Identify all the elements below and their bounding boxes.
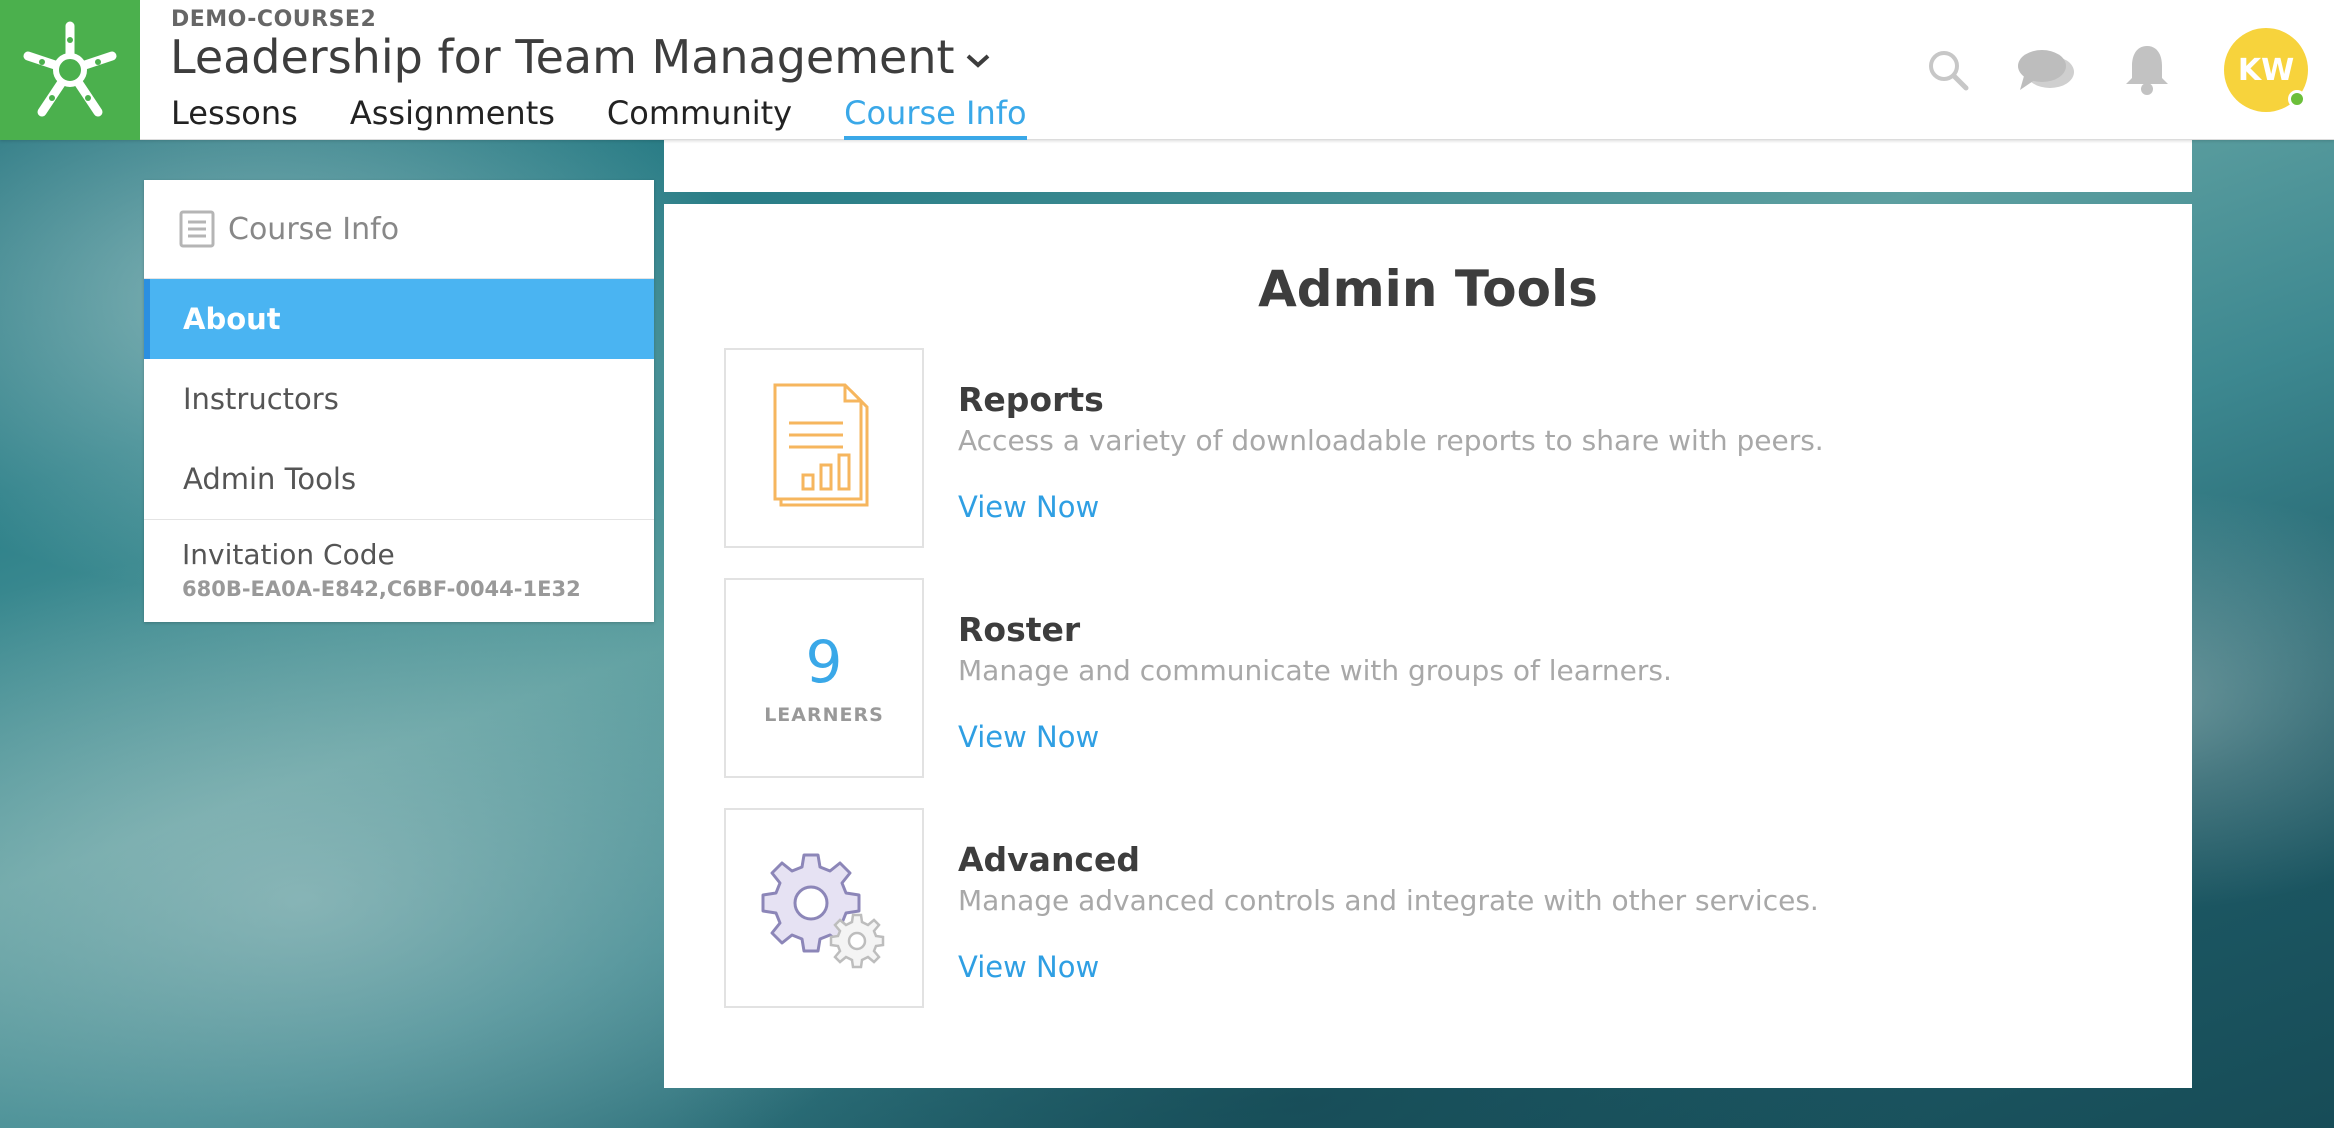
tool-description: Manage advanced controls and integrate w… [958, 884, 1819, 917]
roster-thumbnail[interactable]: 9 LEARNERS [724, 578, 924, 778]
document-icon [179, 210, 215, 248]
previous-card [664, 140, 2192, 192]
gear-icon [761, 853, 885, 969]
tool-name: Roster [958, 610, 1081, 649]
top-header: DEMO-COURSE2 Leadership for Team Managem… [0, 0, 2334, 140]
course-switcher[interactable]: Leadership for Team Management [170, 30, 991, 84]
tool-name: Reports [958, 380, 1104, 419]
sidebar-item-instructors[interactable]: Instructors [144, 359, 654, 439]
roster-view-now-link[interactable]: View Now [958, 720, 1099, 754]
chevron-down-icon [966, 54, 989, 68]
tool-roster: 9 LEARNERS Roster Manage and communicate… [724, 578, 2124, 778]
sidebar-header: Course Info [144, 180, 654, 279]
logo-icon [23, 21, 117, 117]
tool-description: Access a variety of downloadable reports… [958, 424, 1824, 457]
tool-advanced: Advanced Manage advanced controls and in… [724, 808, 2124, 1008]
reports-view-now-link[interactable]: View Now [958, 490, 1099, 524]
course-code: DEMO-COURSE2 [171, 7, 377, 32]
tool-description: Manage and communicate with groups of le… [958, 654, 1672, 687]
main-nav: Lessons Assignments Community Course Inf… [171, 92, 1027, 140]
course-info-sidebar: Course Info About Instructors Admin Tool… [144, 180, 654, 622]
tool-reports: Reports Access a variety of downloadable… [724, 348, 2124, 548]
tool-name: Advanced [958, 840, 1140, 879]
search-icon[interactable] [1926, 48, 1970, 92]
advanced-thumbnail[interactable] [724, 808, 924, 1008]
bell-icon[interactable] [2122, 42, 2172, 96]
app-logo[interactable] [0, 0, 140, 140]
report-icon [773, 383, 869, 507]
invitation-code-value: 680B-EA0A-E842,C6BF-0044-1E32 [182, 577, 581, 601]
sidebar-item-admin-tools[interactable]: Admin Tools [144, 439, 654, 519]
chat-icon[interactable] [2016, 46, 2080, 96]
invitation-code-label: Invitation Code [182, 538, 395, 571]
invitation-code-section: Invitation Code 680B-EA0A-E842,C6BF-0044… [144, 519, 654, 621]
nav-community[interactable]: Community [607, 92, 792, 140]
page-title: Admin Tools [1258, 260, 1598, 318]
nav-assignments[interactable]: Assignments [350, 92, 555, 140]
course-title: Leadership for Team Management [170, 30, 955, 84]
advanced-view-now-link[interactable]: View Now [958, 950, 1099, 984]
learner-count: 9 [805, 628, 843, 696]
admin-tools-panel: Admin Tools Reports Access a variety of … [664, 204, 2192, 1088]
reports-thumbnail[interactable] [724, 348, 924, 548]
nav-course-info[interactable]: Course Info [844, 92, 1027, 140]
sidebar-item-about[interactable]: About [144, 279, 654, 359]
learner-count-label: LEARNERS [764, 704, 884, 726]
nav-lessons[interactable]: Lessons [171, 92, 298, 140]
sidebar-title: Course Info [228, 211, 400, 247]
presence-indicator [2288, 90, 2306, 108]
